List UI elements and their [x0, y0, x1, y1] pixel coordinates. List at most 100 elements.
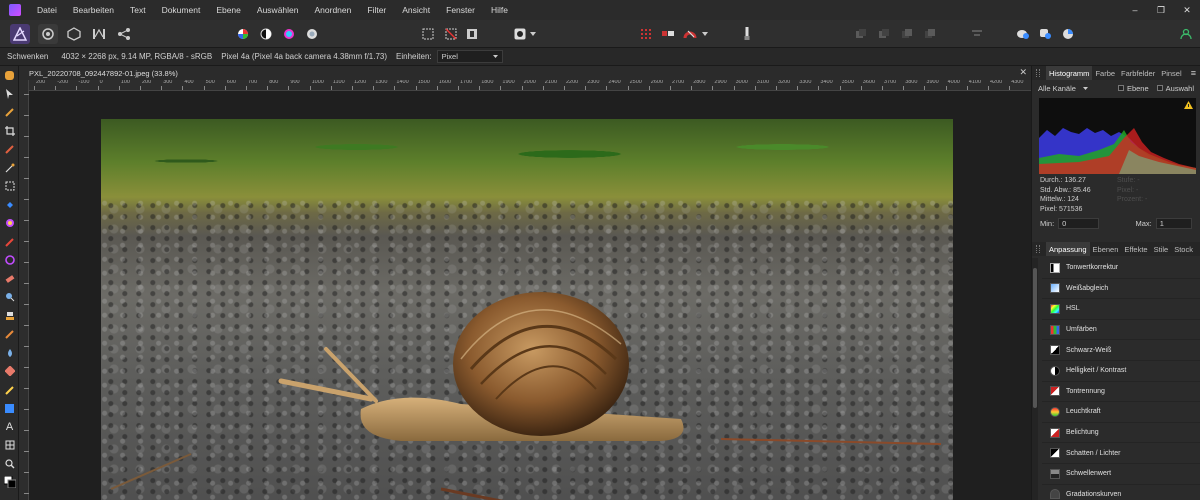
mask-layer-icon[interactable]: [1036, 24, 1056, 44]
scrollbar-thumb[interactable]: [1033, 268, 1037, 408]
deselect-icon[interactable]: [441, 24, 461, 44]
flood-select-icon[interactable]: [0, 159, 19, 178]
tab-ebenen[interactable]: Ebenen: [1090, 242, 1122, 256]
tab-histogramm[interactable]: Histogramm: [1046, 66, 1093, 80]
zoom-tool-icon[interactable]: [0, 455, 19, 474]
tab-stock[interactable]: Stock: [1171, 242, 1196, 256]
close-document-icon[interactable]: ✕: [1019, 67, 1027, 78]
menu-bearbeiten[interactable]: Bearbeiten: [65, 5, 122, 15]
tab-effekte[interactable]: Effekte: [1121, 242, 1150, 256]
patch-tool-icon[interactable]: [0, 362, 19, 381]
menu-filter[interactable]: Filter: [359, 5, 394, 15]
arrange-forward-icon[interactable]: [897, 24, 917, 44]
color-replacement-icon[interactable]: [0, 251, 19, 270]
snapping-magnet-icon[interactable]: [680, 24, 700, 44]
adjustment-umfaerben[interactable]: Umfärben: [1042, 320, 1200, 341]
invert-selection-icon[interactable]: [462, 24, 482, 44]
brush-options-icon[interactable]: [737, 24, 757, 44]
rectangular-marquee-icon[interactable]: [0, 177, 19, 196]
tab-farbfelder[interactable]: Farbfelder: [1118, 66, 1158, 80]
tab-anpassung[interactable]: Anpassung: [1046, 242, 1090, 256]
auto-colors-icon[interactable]: [279, 24, 299, 44]
selection-checkbox[interactable]: Auswahl: [1156, 84, 1194, 93]
menu-dokument[interactable]: Dokument: [154, 5, 209, 15]
tab-stile[interactable]: Stile: [1151, 242, 1172, 256]
align-icon[interactable]: [967, 24, 987, 44]
min-field[interactable]: 0: [1058, 217, 1100, 229]
auto-white-balance-icon[interactable]: [302, 24, 322, 44]
adjustment-leuchtkraft[interactable]: Leuchtkraft: [1042, 402, 1200, 423]
adjustment-belichtung[interactable]: Belichtung: [1042, 423, 1200, 444]
export-persona-button[interactable]: [114, 24, 134, 44]
adjustment-gradationskurven[interactable]: Gradationskurven: [1042, 485, 1200, 500]
panel-grip-icon[interactable]: [1036, 245, 1040, 253]
arrange-front-icon[interactable]: [920, 24, 940, 44]
clone-tool-icon[interactable]: [0, 307, 19, 326]
document-tab[interactable]: PXL_20220708_092447892-01.jpeg (33.8%) ✕: [19, 66, 1031, 80]
close-window-button[interactable]: ✕: [1174, 0, 1200, 20]
menu-datei[interactable]: Datei: [29, 5, 65, 15]
menu-text[interactable]: Text: [122, 5, 154, 15]
menu-ansicht[interactable]: Ansicht: [394, 5, 438, 15]
develop-persona-button[interactable]: [64, 24, 84, 44]
menu-hilfe[interactable]: Hilfe: [483, 5, 516, 15]
adjustment-layer-icon[interactable]: [1059, 24, 1079, 44]
blur-brush-icon[interactable]: [0, 344, 19, 363]
arrange-backward-icon[interactable]: [874, 24, 894, 44]
quick-mask-dropdown-icon[interactable]: [528, 24, 538, 44]
menu-anordnen[interactable]: Anordnen: [307, 5, 360, 15]
snapping-grid-icon[interactable]: [636, 24, 656, 44]
adjustment-schwellenwert[interactable]: Schwellenwert: [1042, 464, 1200, 485]
tab-pinsel[interactable]: Pinsel: [1158, 66, 1184, 80]
panel-grip-icon[interactable]: [1036, 69, 1040, 77]
gradient-tool-icon[interactable]: [0, 214, 19, 233]
menu-auswaehlen[interactable]: Auswählen: [249, 5, 307, 15]
mesh-warp-icon[interactable]: [0, 436, 19, 455]
flood-fill-icon[interactable]: [0, 196, 19, 215]
dodge-tool-icon[interactable]: [0, 288, 19, 307]
max-field[interactable]: 1: [1155, 217, 1192, 229]
text-tool-icon[interactable]: A: [0, 418, 19, 437]
menu-fenster[interactable]: Fenster: [438, 5, 483, 15]
adjustment-helligkeit-kontrast[interactable]: Helligkeit / Kontrast: [1042, 361, 1200, 382]
marquee-select-icon[interactable]: [418, 24, 438, 44]
crop-tool-icon[interactable]: [0, 122, 19, 141]
adjustment-tontrennung[interactable]: Tontrennung: [1042, 382, 1200, 403]
color-swatch-icon[interactable]: [0, 473, 19, 492]
arrange-back-icon[interactable]: [851, 24, 871, 44]
erase-tool-icon[interactable]: [0, 270, 19, 289]
menu-ebene[interactable]: Ebene: [208, 5, 249, 15]
adjustment-schatten-lichter[interactable]: Schatten / Lichter: [1042, 443, 1200, 464]
pen-tool-icon[interactable]: [0, 381, 19, 400]
channel-dropdown[interactable]: Alle Kanäle: [1038, 82, 1088, 94]
user-account-icon[interactable]: [1176, 24, 1196, 44]
tone-mapping-persona-button[interactable]: [89, 24, 109, 44]
adjustment-scrollbar[interactable]: [1032, 258, 1038, 500]
liquify-persona-button[interactable]: [38, 24, 58, 44]
layer-checkbox[interactable]: Ebene: [1117, 84, 1149, 93]
color-picker-icon[interactable]: [0, 103, 19, 122]
adjustment-tonwertkorrektur[interactable]: Tonwertkorrektur: [1042, 258, 1200, 279]
inpainting-tool-icon[interactable]: [0, 325, 19, 344]
photo-persona-button[interactable]: [10, 24, 30, 44]
units-dropdown[interactable]: Pixel: [436, 50, 503, 63]
auto-contrast-icon[interactable]: [256, 24, 276, 44]
snapping-dropdown-icon[interactable]: [700, 24, 710, 44]
assistant-icon[interactable]: [1013, 24, 1033, 44]
minimize-button[interactable]: –: [1122, 0, 1148, 20]
adjustment-schwarz-weiss[interactable]: Schwarz-Weiß: [1042, 340, 1200, 361]
snapping-options-icon[interactable]: [658, 24, 678, 44]
selection-brush-icon[interactable]: [0, 140, 19, 159]
canvas-viewport[interactable]: [29, 91, 1031, 500]
auto-levels-icon[interactable]: [233, 24, 253, 44]
adjustment-hsl[interactable]: HSL: [1042, 299, 1200, 320]
move-tool-icon[interactable]: [0, 85, 19, 104]
maximize-button[interactable]: ❐: [1148, 0, 1174, 20]
quick-mask-icon[interactable]: [510, 24, 530, 44]
adjustment-weissabgleich[interactable]: Weißabgleich: [1042, 279, 1200, 300]
tab-farbe[interactable]: Farbe: [1092, 66, 1118, 80]
shape-tool-icon[interactable]: [0, 399, 19, 418]
paint-brush-icon[interactable]: [0, 233, 19, 252]
view-tool-icon[interactable]: [0, 66, 19, 85]
panel-menu-icon[interactable]: ≡: [1191, 68, 1196, 78]
